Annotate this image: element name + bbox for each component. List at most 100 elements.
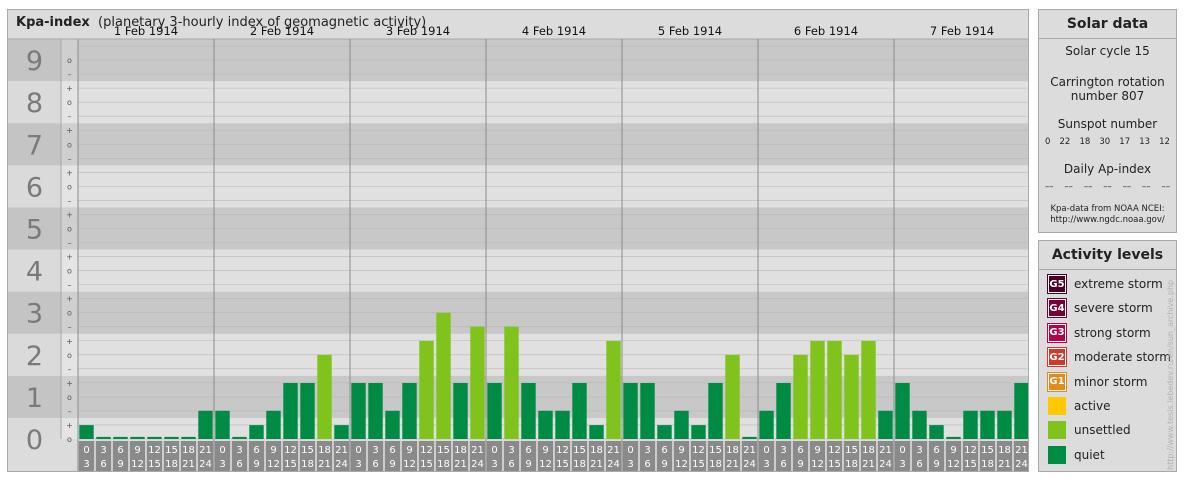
kpa-bar — [1014, 383, 1028, 439]
y-minor-label: o — [67, 393, 72, 402]
time-slot-start: 15 — [165, 445, 178, 456]
time-slot-start: 3 — [780, 445, 786, 456]
kpa-bar — [351, 383, 366, 439]
kpa-bar — [861, 340, 876, 439]
ap-value: –– — [1103, 182, 1112, 192]
kpa-bar — [895, 383, 910, 439]
time-slot-start: 15 — [437, 445, 450, 456]
kpa-bar — [793, 354, 808, 439]
kpa-bar — [504, 326, 519, 439]
kpa-bar — [589, 425, 604, 439]
time-slot-start: 6 — [253, 445, 259, 456]
time-slot-start: 9 — [814, 445, 820, 456]
sunspot-label: Sunspot number — [1057, 117, 1158, 131]
time-slot-start: 0 — [355, 445, 361, 456]
time-slot-start: 0 — [491, 445, 497, 456]
day-label: 7 Feb 1914 — [930, 24, 994, 38]
ap-value: –– — [1045, 182, 1054, 192]
time-slot-start: 21 — [607, 445, 620, 456]
solar-data-panel: Solar data Solar cycle 15 Carrington rot… — [1038, 9, 1177, 233]
kpa-bar — [708, 383, 723, 439]
time-slot-start: 21 — [879, 445, 892, 456]
time-slot-start: 18 — [182, 445, 195, 456]
time-slot-start: 12 — [148, 445, 161, 456]
legend-label: severe storm — [1074, 301, 1153, 316]
y-minor-label: – — [68, 112, 72, 121]
time-slot-start: 3 — [916, 445, 922, 456]
time-slot-end: 15 — [556, 459, 569, 470]
time-slot-end: 15 — [828, 459, 841, 470]
legend-swatch: G2 — [1047, 347, 1067, 368]
day-label: 5 Feb 1914 — [658, 24, 722, 38]
kpa-bar — [606, 340, 621, 439]
time-slot-start: 12 — [556, 445, 569, 456]
time-slot-start: 6 — [525, 445, 531, 456]
time-slot-end: 9 — [389, 459, 395, 470]
kpa-bar — [79, 425, 94, 439]
kpa-bar — [572, 383, 587, 439]
legend-label: unsettled — [1074, 423, 1131, 438]
solar-cycle: Solar cycle 15 — [1065, 44, 1150, 58]
kpa-bar — [436, 312, 451, 439]
y-minor-label: + — [66, 84, 73, 93]
time-slot-end: 18 — [981, 459, 994, 470]
kpa-bar — [198, 410, 213, 439]
time-slot-end: 9 — [525, 459, 531, 470]
carrington-line2: number 807 — [1070, 89, 1145, 103]
y-minor-label: + — [66, 168, 73, 177]
time-slot-start: 15 — [845, 445, 858, 456]
kpa-bar — [368, 383, 383, 439]
kpa-bar — [827, 340, 842, 439]
time-slot-start: 21 — [1015, 445, 1028, 456]
time-slot-end: 3 — [219, 459, 225, 470]
time-slot-start: 3 — [236, 445, 242, 456]
time-slot-start: 6 — [933, 445, 939, 456]
legend-label: strong storm — [1074, 325, 1151, 340]
time-slot-end: 24 — [607, 459, 620, 470]
time-slot-end: 3 — [491, 459, 497, 470]
sunspot-value: 0 — [1045, 137, 1051, 147]
y-minor-label: – — [68, 196, 72, 205]
kpa-bar — [538, 410, 553, 439]
time-slot-start: 0 — [763, 445, 769, 456]
y-minor-label: + — [66, 295, 73, 304]
kpa-bar — [691, 425, 706, 439]
kpa-bar — [725, 354, 740, 439]
y-tick-label: 9 — [26, 46, 43, 77]
ap-value: –– — [1122, 182, 1132, 192]
y-minor-label: o — [67, 435, 72, 444]
time-slot-end: 6 — [916, 459, 922, 470]
day-label: 1 Feb 1914 — [114, 24, 178, 38]
time-slot-end: 6 — [508, 459, 514, 470]
ap-value: –– — [1142, 182, 1151, 192]
time-slot-end: 9 — [933, 459, 939, 470]
time-slot-end: 6 — [372, 459, 378, 470]
time-slot-end: 3 — [627, 459, 633, 470]
legend-swatch: G1 — [1047, 371, 1067, 392]
time-slot-end: 3 — [899, 459, 905, 470]
time-slot-end: 12 — [131, 459, 144, 470]
time-slot-start: 12 — [964, 445, 977, 456]
kpa-bar — [266, 410, 281, 439]
time-slot-end: 21 — [862, 459, 875, 470]
time-slot-end: 21 — [182, 459, 195, 470]
time-slot-start: 15 — [709, 445, 722, 456]
y-minor-label: o — [67, 56, 72, 65]
kpa-bar — [946, 436, 961, 439]
time-slot-end: 3 — [763, 459, 769, 470]
carrington-line1: Carrington rotation — [1050, 75, 1165, 89]
time-slot-end: 15 — [420, 459, 433, 470]
day-label: 3 Feb 1914 — [386, 24, 450, 38]
time-slot-end: 6 — [780, 459, 786, 470]
y-tick-label: 8 — [26, 88, 43, 119]
time-slot-start: 3 — [372, 445, 378, 456]
time-slot-end: 18 — [845, 459, 858, 470]
time-slot-start: 0 — [219, 445, 225, 456]
time-slot-start: 12 — [420, 445, 433, 456]
y-tick-label: 6 — [26, 172, 43, 203]
time-slot-end: 15 — [284, 459, 297, 470]
time-slot-start: 21 — [199, 445, 212, 456]
y-tick-label: 4 — [26, 257, 43, 288]
time-slot-start: 15 — [981, 445, 994, 456]
time-slot-start: 12 — [692, 445, 705, 456]
